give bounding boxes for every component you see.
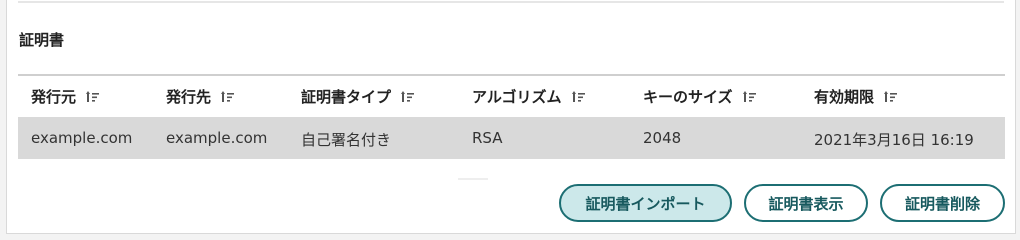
scroll-indicator [458,178,488,180]
column-label: キーのサイズ [643,88,733,106]
sort-icon[interactable] [742,90,757,103]
sort-icon[interactable] [86,90,100,103]
import-certificate-button[interactable]: 証明書インポート [559,184,732,222]
table-row[interactable]: example.com example.com 自己署名付き RSA 2048 … [18,117,1005,159]
cell-type: 自己署名付き [301,131,392,149]
column-header-subject[interactable]: 発行先 [166,86,235,107]
column-header-expires[interactable]: 有効期限 [814,86,898,107]
sort-icon[interactable] [221,90,235,103]
show-certificate-button[interactable]: 証明書表示 [744,184,868,222]
cell-subject: example.com [166,129,268,147]
top-divider [18,1,1004,3]
column-label: 有効期限 [814,88,875,106]
delete-certificate-button[interactable]: 証明書削除 [880,184,1005,222]
column-header-type[interactable]: 証明書タイプ [301,86,415,107]
cell-expires: 2021年3月16日 16:19 [814,131,974,149]
column-label: 発行先 [166,88,212,106]
certificate-table: 発行元 発行先 証明書タイプ アルゴリズム キーのサイズ 有効期限 exampl… [18,74,1005,159]
column-label: アルゴリズム [472,88,562,106]
sort-icon[interactable] [884,90,898,103]
cell-issuer: example.com [31,129,133,147]
column-label: 証明書タイプ [301,88,392,106]
sort-icon[interactable] [401,90,415,103]
column-header-issuer[interactable]: 発行元 [31,86,100,107]
cell-algorithm: RSA [472,129,503,147]
table-header: 発行元 発行先 証明書タイプ アルゴリズム キーのサイズ 有効期限 [18,74,1005,118]
sort-icon[interactable] [571,90,586,103]
column-header-algorithm[interactable]: アルゴリズム [472,86,586,107]
certificate-panel: 証明書 発行元 発行先 証明書タイプ アルゴリズム キーのサイズ 有効期限 ex… [6,0,1016,234]
cell-key-size: 2048 [643,129,682,147]
section-title: 証明書 [19,31,65,49]
column-label: 発行元 [31,88,77,106]
column-header-key-size[interactable]: キーのサイズ [643,86,757,107]
